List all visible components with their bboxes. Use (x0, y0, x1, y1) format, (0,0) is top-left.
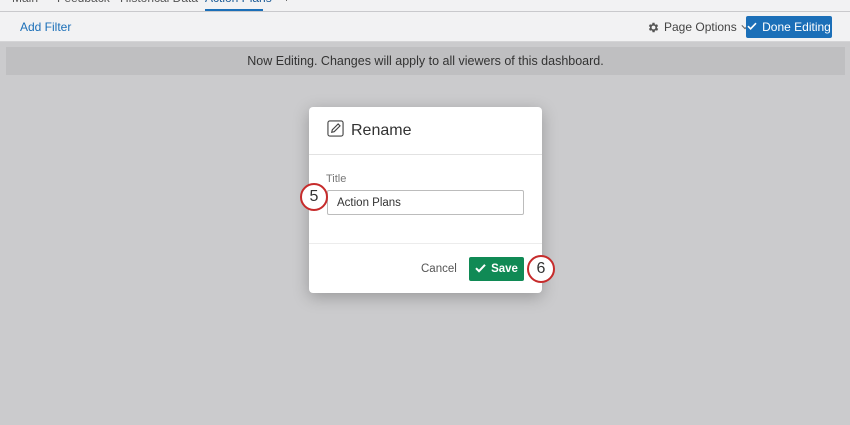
tab-action-plans[interactable]: Action Plans (205, 0, 272, 11)
editing-banner-text: Now Editing. Changes will apply to all v… (247, 54, 604, 68)
step-callout-5: 5 (300, 183, 328, 211)
page-options-label: Page Options (664, 20, 737, 34)
done-editing-label: Done Editing (762, 20, 831, 34)
cancel-button[interactable]: Cancel (421, 263, 457, 275)
step-number: 5 (309, 188, 319, 205)
title-field-label: Title (326, 173, 347, 185)
done-editing-button[interactable]: Done Editing (746, 16, 832, 38)
pencil-icon (327, 119, 344, 142)
save-button[interactable]: Save (469, 257, 524, 281)
dialog-footer: Cancel Save (309, 243, 542, 293)
title-input[interactable] (327, 190, 524, 215)
add-filter-link[interactable]: Add Filter (20, 20, 71, 34)
page-options-menu[interactable]: Page Options (647, 19, 749, 35)
check-icon (747, 20, 757, 34)
tab-add[interactable]: + (283, 0, 290, 11)
rename-dialog: Rename Title Cancel Save (309, 107, 542, 293)
dialog-header: Rename (309, 107, 542, 155)
step-callout-6: 6 (527, 255, 555, 283)
check-icon (475, 263, 486, 276)
save-label: Save (491, 263, 518, 275)
gear-icon (647, 21, 660, 34)
dialog-title: Rename (351, 121, 412, 139)
tab-historical-data[interactable]: Historical Data (120, 0, 198, 11)
tab-main[interactable]: Main (12, 0, 38, 11)
tab-bar: Main Feedback Historical Data Action Pla… (0, 0, 850, 12)
tab-feedback[interactable]: Feedback (57, 0, 110, 11)
step-number: 6 (536, 260, 546, 277)
editing-banner: Now Editing. Changes will apply to all v… (6, 47, 845, 75)
dashboard-toolbar: Add Filter Page Options Done Editing (0, 12, 850, 42)
